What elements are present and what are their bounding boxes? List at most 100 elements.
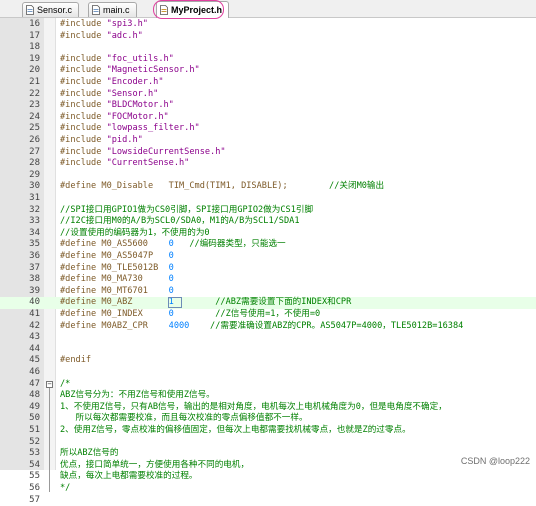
line-number: 36 xyxy=(29,251,40,261)
code-text: #include "FOCMotor.h" xyxy=(60,112,169,124)
code-text: #include "pid.h" xyxy=(60,135,143,147)
tab-main-c[interactable]: main.c xyxy=(88,2,137,17)
code-line[interactable]: 56 */ xyxy=(0,483,536,495)
code-token: #include xyxy=(60,123,107,134)
code-line[interactable]: 28 #include "CurrentSense.h" xyxy=(0,158,536,170)
line-number: 31 xyxy=(29,193,40,203)
code-line[interactable]: 42 #define M0ABZ_CPR 4000 //需要准确设置ABZ的CPR… xyxy=(0,321,536,333)
code-text: #define M0ABZ_CPR 4000 //需要准确设置ABZ的CPR。A… xyxy=(60,321,463,333)
code-text: //SPI接口用GPIO1做为CS0引脚，SPI接口用GPIO2做为CS1引脚 xyxy=(60,205,313,217)
code-line[interactable]: 46 xyxy=(0,367,536,379)
code-line[interactable]: 51 2、使用Z信号，零点校准的偏移值固定，但每次上电都需要找机械零点，也就是Z的… xyxy=(0,425,536,437)
code-token: "LowsideCurrentSense.h" xyxy=(106,146,226,157)
c-file-icon xyxy=(26,5,34,15)
code-line[interactable]: 40 #define M0_ABZ 1 //ABZ需要设置下面的INDEX和CPR xyxy=(0,297,536,309)
h-file-icon xyxy=(160,5,168,15)
code-editor[interactable]: 16 #include "spi3.h" 17 #include "adc.h" 18 1… xyxy=(0,18,536,505)
line-number: 30 xyxy=(29,181,40,192)
code-text: #include "Encoder.h" xyxy=(60,77,164,89)
code-token: "Sensor.h" xyxy=(106,88,159,99)
code-line[interactable]: 31 xyxy=(0,193,536,205)
code-line[interactable]: 32 //SPI接口用GPIO1做为CS0引脚，SPI接口用GPIO2做为CS1引… xyxy=(0,205,536,217)
code-token: 0 xyxy=(168,262,174,273)
code-line[interactable]: 25 #include "lowpass_filter.h" xyxy=(0,123,536,135)
line-number: 27 xyxy=(29,146,40,157)
code-line[interactable]: 16 #include "spi3.h" xyxy=(0,19,536,31)
tab-myproject-h[interactable]: MyProject.h xyxy=(156,1,230,18)
collapse-icon[interactable]: − xyxy=(46,380,53,388)
code-text: #include "CurrentSense.h" xyxy=(60,158,189,170)
code-line[interactable]: 45 #endif xyxy=(0,355,536,367)
code-line[interactable]: 22 #include "Sensor.h" xyxy=(0,89,536,101)
code-token: #include xyxy=(60,77,107,87)
code-line[interactable]: 26 #include "pid.h" xyxy=(0,135,536,147)
code-line[interactable]: 57 xyxy=(0,495,536,506)
code-line[interactable]: 39 #define M0_MT6701 0 xyxy=(0,286,536,298)
code-text: #include "foc_utils.h" xyxy=(60,54,174,66)
line-number: 42 xyxy=(29,320,40,331)
code-line[interactable]: 17 #include "adc.h" xyxy=(0,31,536,43)
code-line[interactable]: 23 #include "BLDCMotor.h" xyxy=(0,100,536,112)
code-token: #include xyxy=(60,100,107,111)
code-token: 0 xyxy=(168,251,174,261)
code-line[interactable]: 29 xyxy=(0,170,536,182)
code-text: #include "MagneticSensor.h" xyxy=(60,65,200,77)
code-line[interactable]: 18 xyxy=(0,42,536,54)
code-line[interactable]: 24 #include "FOCMotor.h" xyxy=(0,112,536,124)
code-token: #include xyxy=(60,88,107,99)
code-line[interactable]: 48 ABZ信号分为：不用Z信号和使用Z信号。 xyxy=(0,390,536,402)
line-number: 37 xyxy=(29,262,40,273)
code-line[interactable]: 53 所以ABZ信号的 xyxy=(0,448,536,460)
line-number: 24 xyxy=(29,111,40,122)
line-number: 19 xyxy=(29,53,40,64)
code-token: 2、使用Z信号，零点校准的偏移值固定，但每次上电都需要找机械零点，也就是Z的过零… xyxy=(60,425,411,435)
code-token: #define M0_TLE5012B xyxy=(60,262,169,273)
code-token: //Z信号使用=1，不使用=0 xyxy=(173,309,321,319)
tab-sensor-c[interactable]: Sensor.c xyxy=(22,2,80,17)
code-line[interactable]: 55 缺点，每次上电都需要校准的过程。 xyxy=(0,471,536,483)
line-number: 38 xyxy=(29,274,40,285)
code-token: #include xyxy=(60,135,107,145)
code-line[interactable]: 52 xyxy=(0,437,536,449)
tab-bar: Sensor.c main.c MyProject.h xyxy=(0,0,536,19)
line-number: 41 xyxy=(29,309,40,319)
code-line[interactable]: 27 #include "LowsideCurrentSense.h" xyxy=(0,147,536,159)
code-line[interactable]: 49 1、不使用Z信号，只有AB信号，输出的是相对角度，电机每次上电机械角度为0，… xyxy=(0,402,536,414)
code-text: #endif xyxy=(60,355,91,367)
line-number: 18 xyxy=(29,42,40,53)
code-text: #include "spi3.h" xyxy=(60,19,148,31)
code-token: #endif xyxy=(60,355,92,366)
code-line[interactable]: 44 xyxy=(0,344,536,356)
code-line[interactable]: 20 #include "MagneticSensor.h" xyxy=(0,65,536,77)
code-token: #define M0_Disable TIM_Cmd(TIM1, DISABLE… xyxy=(60,181,330,192)
code-token: "pid.h" xyxy=(106,135,143,145)
code-line[interactable]: 33 //I2C接口用M0的A/B为SCL0/SDA0，M1的A/B为SCL1/S… xyxy=(0,216,536,228)
code-token: #define M0_INDEX xyxy=(60,309,169,319)
code-line[interactable]: 37 #define M0_TLE5012B 0 xyxy=(0,263,536,275)
watermark: CSDN @loop222 xyxy=(460,456,530,466)
code-token: //关闭M0输出 xyxy=(329,181,385,192)
code-line[interactable]: 41 #define M0_INDEX 0 //Z信号使用=1，不使用=0 xyxy=(0,309,536,321)
code-line[interactable]: 35 #define M0_AS5600 0 //编码器类型，只能选一 xyxy=(0,239,536,251)
line-number: 17 xyxy=(29,30,40,41)
code-text: #define M0_AS5600 0 //编码器类型，只能选一 xyxy=(60,239,286,251)
code-line[interactable]: 36 #define M0_AS5047P 0 xyxy=(0,251,536,263)
code-line[interactable]: 30 #define M0_Disable TIM_Cmd(TIM1, DISAB… xyxy=(0,181,536,193)
code-line[interactable]: 47−/* xyxy=(0,379,536,391)
code-line[interactable]: 34 //设置使用的编码器为1，不使用的为0 xyxy=(0,228,536,240)
code-text: #define M0_MT6701 0 xyxy=(60,286,174,298)
code-token: /* xyxy=(60,378,71,389)
code-text: #define M0_ABZ 1 //ABZ需要设置下面的INDEX和CPR xyxy=(60,297,351,309)
code-line[interactable]: 50 所以每次都需要校准，而且每次校准的零点偏移值都不一样。 xyxy=(0,413,536,425)
code-line[interactable]: 43 xyxy=(0,332,536,344)
code-line[interactable]: 21 #include "Encoder.h" xyxy=(0,77,536,89)
code-token: //需要准确设置ABZ的CPR。AS5047P=4000，TLE5012B=16… xyxy=(189,320,464,331)
code-token: "lowpass_filter.h" xyxy=(106,123,200,134)
code-line[interactable]: 38 #define M0_MA730 0 xyxy=(0,274,536,286)
code-line[interactable]: 19 #include "foc_utils.h" xyxy=(0,54,536,66)
line-number: 57 xyxy=(29,494,40,505)
fold-guide-line xyxy=(49,387,50,492)
code-token: #define M0ABZ_CPR xyxy=(60,320,169,331)
tab-label: main.c xyxy=(103,5,130,15)
code-token: #include xyxy=(60,65,107,76)
